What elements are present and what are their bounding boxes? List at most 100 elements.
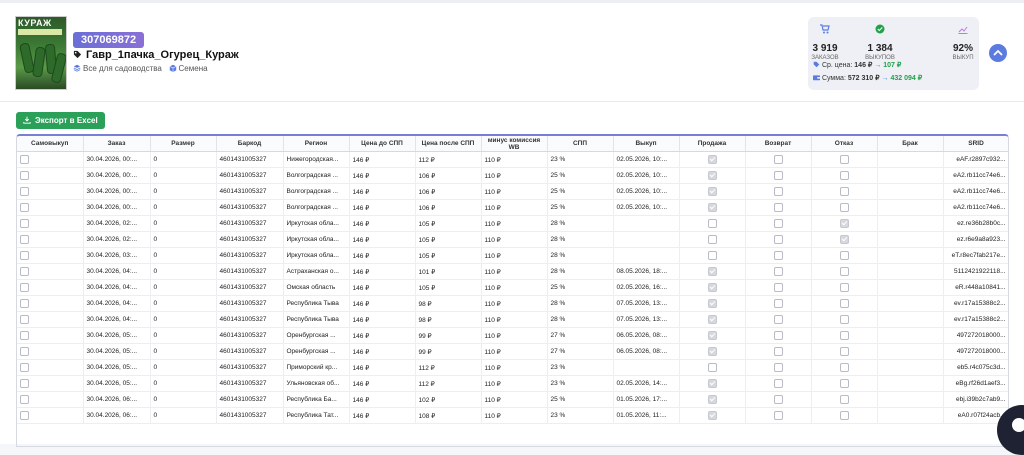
sale-checkbox[interactable] (707, 299, 717, 308)
sale-checkbox[interactable] (707, 155, 717, 164)
column-header[interactable]: Регион (283, 136, 350, 152)
return-checkbox[interactable] (773, 171, 783, 180)
refusal-checkbox[interactable] (839, 395, 849, 404)
refusal-checkbox[interactable] (839, 331, 849, 340)
return-checkbox[interactable] (773, 315, 783, 324)
self-buyout-checkbox[interactable] (20, 347, 29, 356)
self-buyout-checkbox[interactable] (20, 171, 29, 180)
sale-checkbox[interactable] (707, 267, 717, 276)
refusal-checkbox[interactable] (839, 187, 849, 196)
column-header[interactable]: минус комиссия WB (481, 136, 548, 152)
category-label[interactable]: Все для садоводства (83, 64, 162, 73)
self-buyout-checkbox[interactable] (20, 363, 29, 372)
refusal-checkbox[interactable] (839, 251, 849, 260)
table-row[interactable]: 30.04.2026, 02:... 0 4601431005327 Иркутска… (17, 215, 1008, 232)
subcategory-label[interactable]: Семена (179, 64, 208, 73)
sale-checkbox[interactable] (707, 283, 717, 292)
sale-checkbox[interactable] (707, 235, 717, 244)
sale-checkbox[interactable] (707, 347, 717, 356)
self-buyout-checkbox[interactable] (20, 395, 29, 404)
table-row[interactable]: 30.04.2026, 03:... 0 4601431005327 Иркутска… (17, 247, 1008, 264)
table-row[interactable]: 30.04.2026, 00:... 0 4601431005327 Волгогра… (17, 167, 1008, 184)
self-buyout-checkbox[interactable] (20, 267, 29, 276)
return-checkbox[interactable] (773, 299, 783, 308)
return-checkbox[interactable] (773, 379, 783, 388)
return-checkbox[interactable] (773, 267, 783, 276)
table-row[interactable]: 30.04.2026, 04:... 0 4601431005327 Астрахан… (17, 263, 1008, 280)
table-row[interactable]: 30.04.2026, 04:... 0 4601431005327 Республи… (17, 295, 1008, 312)
table-row[interactable]: 30.04.2026, 05:... 0 4601431005327 Оренбург… (17, 343, 1008, 360)
self-buyout-checkbox[interactable] (20, 187, 29, 196)
sku-badge[interactable]: 307069872 (73, 32, 145, 48)
column-header[interactable]: SRID (943, 136, 1008, 152)
refusal-checkbox[interactable] (839, 283, 849, 292)
sale-checkbox[interactable] (707, 219, 717, 228)
refusal-checkbox[interactable] (839, 315, 849, 324)
column-header[interactable]: Баркод (216, 136, 284, 152)
table-row[interactable]: 30.04.2026, 06:... 0 4601431005327 Республи… (17, 407, 1008, 424)
return-checkbox[interactable] (773, 395, 783, 404)
refusal-checkbox[interactable] (839, 219, 849, 228)
table-row[interactable]: 30.04.2026, 00:... 0 4601431005327 Волгогра… (17, 199, 1008, 216)
table-row[interactable]: 30.04.2026, 00:... 0 4601431005327 Волгогра… (17, 183, 1008, 200)
sale-checkbox[interactable] (707, 395, 717, 404)
sale-checkbox[interactable] (707, 379, 717, 388)
sale-checkbox[interactable] (707, 187, 717, 196)
sale-checkbox[interactable] (707, 315, 717, 324)
self-buyout-checkbox[interactable] (20, 299, 29, 308)
sale-checkbox[interactable] (707, 171, 717, 180)
column-header[interactable]: Брак (877, 136, 944, 152)
self-buyout-checkbox[interactable] (20, 251, 29, 260)
column-header[interactable]: Продажа (679, 136, 746, 152)
refusal-checkbox[interactable] (839, 363, 849, 372)
self-buyout-checkbox[interactable] (20, 331, 29, 340)
refusal-checkbox[interactable] (839, 379, 849, 388)
refusal-checkbox[interactable] (839, 235, 849, 244)
refusal-checkbox[interactable] (839, 171, 849, 180)
return-checkbox[interactable] (773, 411, 783, 420)
refusal-checkbox[interactable] (839, 411, 849, 420)
export-excel-button[interactable]: Экспорт в Excel (16, 112, 105, 129)
self-buyout-checkbox[interactable] (20, 411, 29, 420)
table-row[interactable]: 30.04.2026, 02:... 0 4601431005327 Иркутска… (17, 231, 1008, 248)
refusal-checkbox[interactable] (839, 155, 849, 164)
table-row[interactable]: 30.04.2026, 00:... 0 4601431005327 Нижегоро… (17, 151, 1008, 168)
column-header[interactable]: Отказ (811, 136, 878, 152)
table-row[interactable]: 30.04.2026, 04:... 0 4601431005327 Омская о… (17, 279, 1008, 296)
refusal-checkbox[interactable] (839, 267, 849, 276)
self-buyout-checkbox[interactable] (20, 155, 29, 164)
table-row[interactable]: 30.04.2026, 05:... 0 4601431005327 Ульяновс… (17, 375, 1008, 392)
refusal-checkbox[interactable] (839, 203, 849, 212)
return-checkbox[interactable] (773, 187, 783, 196)
return-checkbox[interactable] (773, 235, 783, 244)
column-header[interactable]: Выкуп (613, 136, 680, 152)
return-checkbox[interactable] (773, 155, 783, 164)
table-row[interactable]: 30.04.2026, 05:... 0 4601431005327 Оренбург… (17, 327, 1008, 344)
self-buyout-checkbox[interactable] (20, 379, 29, 388)
column-header[interactable]: Самовыкуп (17, 136, 84, 152)
table-row[interactable]: 30.04.2026, 06:... 0 4601431005327 Республи… (17, 391, 1008, 408)
column-header[interactable]: Цена после СПП (415, 136, 482, 152)
refusal-checkbox[interactable] (839, 299, 849, 308)
self-buyout-checkbox[interactable] (20, 235, 29, 244)
column-header[interactable]: Возврат (745, 136, 812, 152)
return-checkbox[interactable] (773, 331, 783, 340)
column-header[interactable]: Заказ (83, 136, 151, 152)
sale-checkbox[interactable] (707, 203, 717, 212)
sale-checkbox[interactable] (707, 251, 717, 260)
return-checkbox[interactable] (773, 283, 783, 292)
sale-checkbox[interactable] (707, 331, 717, 340)
self-buyout-checkbox[interactable] (20, 283, 29, 292)
self-buyout-checkbox[interactable] (20, 203, 29, 212)
sale-checkbox[interactable] (707, 363, 717, 372)
return-checkbox[interactable] (773, 347, 783, 356)
column-header[interactable]: Размер (150, 136, 217, 152)
return-checkbox[interactable] (773, 219, 783, 228)
sale-checkbox[interactable] (707, 411, 717, 420)
collapse-button[interactable] (989, 44, 1007, 62)
table-row[interactable]: 30.04.2026, 04:... 0 4601431005327 Республи… (17, 311, 1008, 328)
self-buyout-checkbox[interactable] (20, 315, 29, 324)
refusal-checkbox[interactable] (839, 347, 849, 356)
product-image[interactable]: КУРАЖ (15, 16, 67, 90)
return-checkbox[interactable] (773, 363, 783, 372)
